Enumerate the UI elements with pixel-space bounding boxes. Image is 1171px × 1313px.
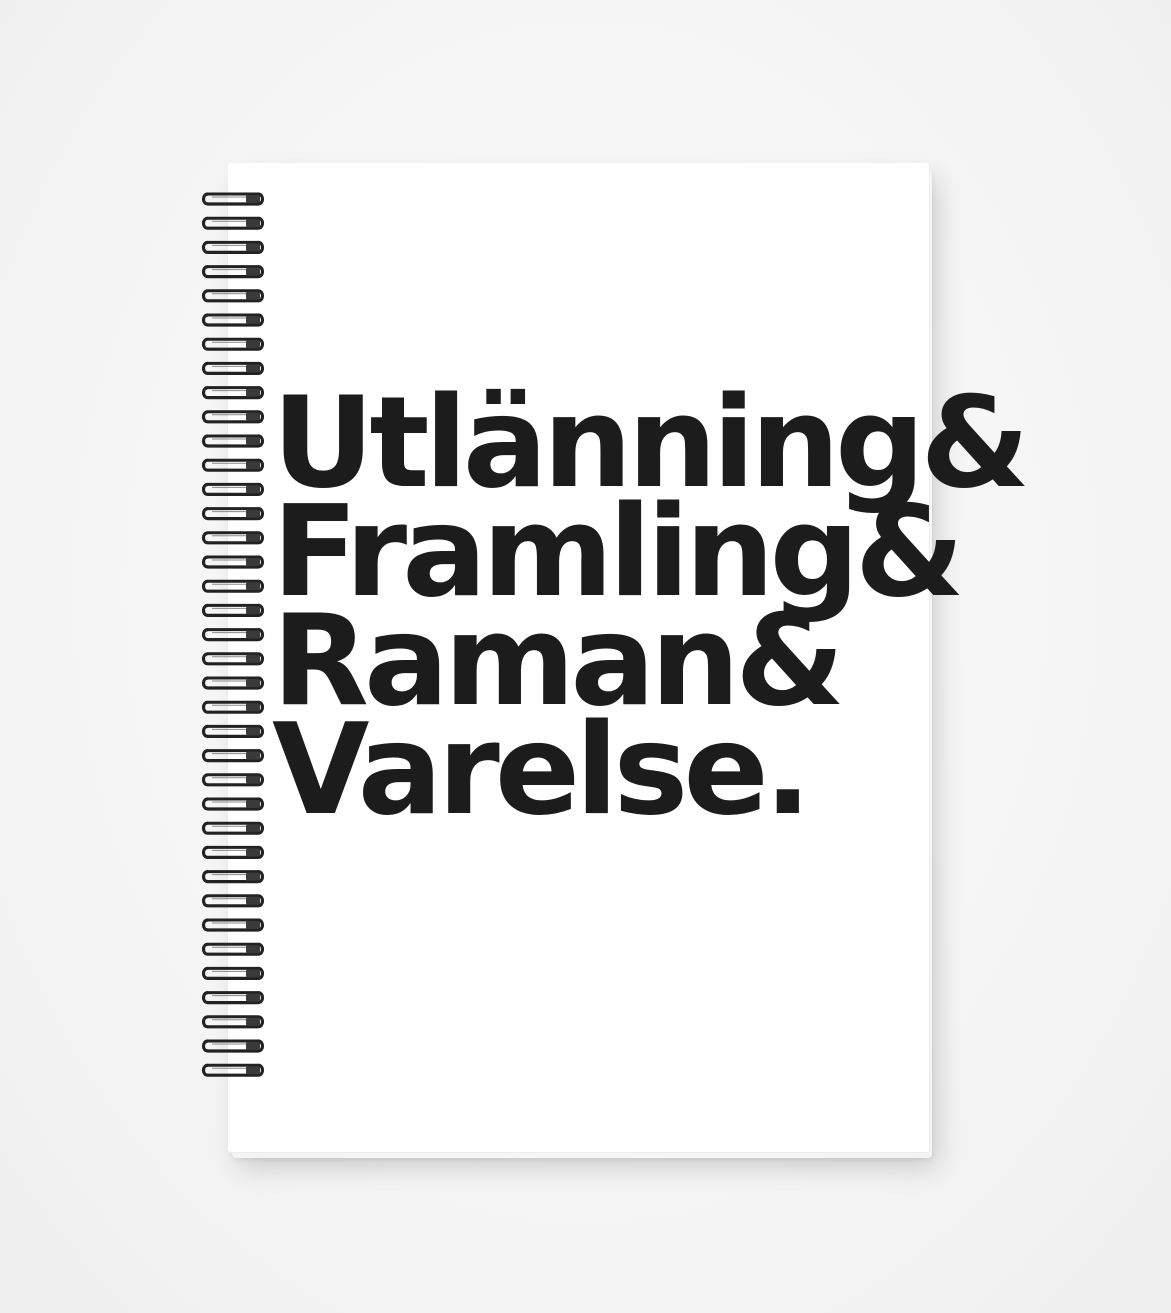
spiral-ring: [201, 458, 265, 472]
spiral-ring: [201, 337, 265, 351]
spiral-ring: [201, 265, 265, 279]
spiral-ring: [201, 579, 265, 593]
spiral-ring: [201, 942, 265, 956]
spiral-ring: [201, 361, 265, 375]
spiral-ring: [201, 894, 265, 908]
cover-print-text: Utlänning& Framling& Raman& Varelse.: [272, 380, 1030, 843]
cover-line-4: Varelse.: [272, 696, 812, 843]
spiral-ring: [201, 724, 265, 738]
spiral-ring: [201, 555, 265, 569]
spiral-ring: [201, 676, 265, 690]
spiral-ring: [201, 652, 265, 666]
spiral-ring: [201, 434, 265, 448]
spiral-ring: [201, 1039, 265, 1053]
spiral-ring: [201, 216, 265, 230]
spiral-ring: [201, 192, 265, 206]
spiral-ring: [201, 845, 265, 859]
spiral-ring: [201, 240, 265, 254]
spiral-ring: [201, 603, 265, 617]
spiral-ring: [201, 628, 265, 642]
spiral-ring: [201, 507, 265, 521]
spiral-ring: [201, 313, 265, 327]
spiral-ring: [201, 991, 265, 1005]
product-scene: Utlänning& Framling& Raman& Varelse.: [0, 0, 1171, 1313]
spiral-ring: [201, 749, 265, 763]
spiral-ring: [201, 821, 265, 835]
spiral-ring: [201, 482, 265, 496]
spiral-ring: [201, 773, 265, 787]
spiral-ring: [201, 410, 265, 424]
spiral-ring: [201, 870, 265, 884]
spiral-ring: [201, 797, 265, 811]
spiral-ring: [201, 966, 265, 980]
spiral-binding: [201, 192, 265, 1077]
spiral-ring: [201, 386, 265, 400]
spiral-ring: [201, 1063, 265, 1077]
spiral-ring: [201, 700, 265, 714]
spiral-ring: [201, 531, 265, 545]
spiral-ring: [201, 918, 265, 932]
spiral-ring: [201, 1015, 265, 1029]
spiral-ring: [201, 289, 265, 303]
